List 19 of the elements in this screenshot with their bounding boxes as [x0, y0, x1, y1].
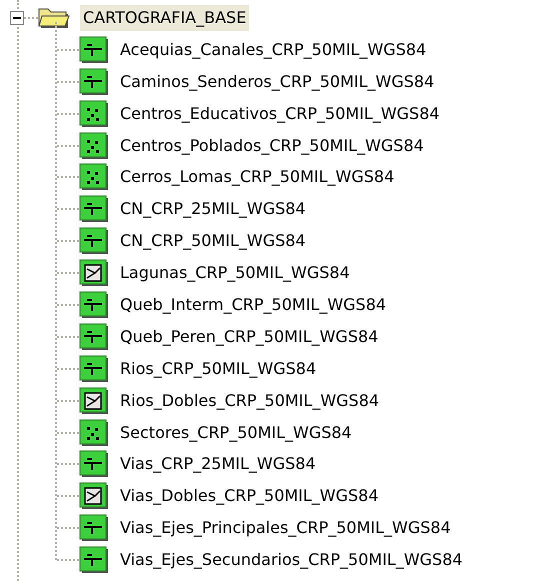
layer-label[interactable]: Acequias_Canales_CRP_50MIL_WGS84 [117, 36, 430, 63]
layer-label[interactable]: Cerros_Lomas_CRP_50MIL_WGS84 [117, 164, 398, 190]
layer-label[interactable]: Vias_Ejes_Secundarios_CRP_50MIL_WGS84 [117, 547, 466, 574]
layer-label[interactable]: Vias_CRP_25MIL_WGS84 [117, 451, 319, 478]
layer-label[interactable]: Rios_CRP_50MIL_WGS84 [117, 356, 320, 382]
layer-label[interactable]: Queb_Peren_CRP_50MIL_WGS84 [117, 324, 382, 350]
layer-label[interactable]: Queb_Interm_CRP_50MIL_WGS84 [117, 292, 390, 318]
folder-label[interactable]: CARTOGRAFIA_BASE [80, 4, 250, 31]
layer-label[interactable]: CN_CRP_50MIL_WGS84 [117, 228, 309, 254]
collapse-toggle[interactable] [10, 10, 24, 25]
layer-label[interactable]: Vias_Ejes_Principales_CRP_50MIL_WGS84 [117, 515, 454, 542]
layer-label[interactable]: Vias_Dobles_CRP_50MIL_WGS84 [117, 483, 382, 510]
layer-label[interactable]: Lagunas_CRP_50MIL_WGS84 [117, 260, 353, 286]
layer-label[interactable]: Centros_Poblados_CRP_50MIL_WGS84 [117, 132, 427, 158]
layer-label[interactable]: Rios_Dobles_CRP_50MIL_WGS84 [117, 388, 382, 414]
layer-label[interactable]: Centros_Educativos_CRP_50MIL_WGS84 [117, 100, 443, 127]
layer-label[interactable]: CN_CRP_25MIL_WGS84 [117, 196, 309, 222]
layer-label[interactable]: Caminos_Senderos_CRP_50MIL_WGS84 [117, 68, 438, 95]
layer-label[interactable]: Sectores_CRP_50MIL_WGS84 [117, 420, 355, 446]
